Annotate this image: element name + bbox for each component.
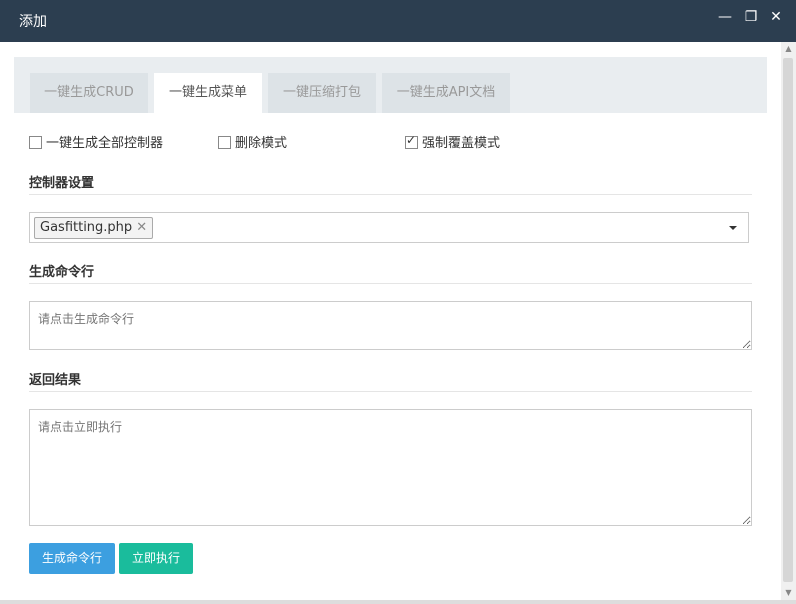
close-icon[interactable]: ✕ xyxy=(767,9,785,25)
option-force-overwrite[interactable]: 强制覆盖模式 xyxy=(405,132,500,151)
force-overwrite-checkbox[interactable] xyxy=(405,133,418,149)
divider xyxy=(29,283,752,284)
command-textarea[interactable] xyxy=(29,301,752,350)
option-all-controllers[interactable]: 一键生成全部控制器 xyxy=(29,132,163,151)
restore-icon[interactable]: ❐ xyxy=(742,9,760,25)
horizontal-scroll-strip xyxy=(0,600,796,604)
divider xyxy=(29,391,752,392)
result-textarea[interactable] xyxy=(29,409,752,526)
minimize-icon[interactable]: — xyxy=(716,9,734,25)
scroll-up-icon[interactable]: ▲ xyxy=(781,42,796,56)
force-overwrite-label: 强制覆盖模式 xyxy=(422,136,501,151)
chevron-down-icon[interactable] xyxy=(729,226,737,230)
controller-select[interactable]: Gasfitting.php ✕ xyxy=(29,212,749,243)
delete-mode-checkbox[interactable] xyxy=(218,136,231,149)
window-title: 添加 xyxy=(19,14,47,30)
all-controllers-checkbox[interactable] xyxy=(29,136,42,149)
selected-controller-label: Gasfitting.php xyxy=(40,220,133,235)
remove-tag-icon[interactable]: ✕ xyxy=(136,220,147,235)
all-controllers-label: 一键生成全部控制器 xyxy=(46,136,164,151)
tab-bar: 一键生成CRUD 一键生成菜单 一键压缩打包 一键生成API文档 xyxy=(14,57,767,113)
option-delete-mode[interactable]: 删除模式 xyxy=(218,132,287,151)
divider xyxy=(29,194,752,195)
result-section-title: 返回结果 xyxy=(29,373,82,388)
delete-mode-label: 删除模式 xyxy=(235,136,288,151)
tab-api-doc[interactable]: 一键生成API文档 xyxy=(382,73,510,113)
generate-command-button[interactable]: 生成命令行 xyxy=(29,543,115,574)
command-section-title: 生成命令行 xyxy=(29,265,95,280)
tab-menu[interactable]: 一键生成菜单 xyxy=(154,73,262,113)
controller-section-title: 控制器设置 xyxy=(29,176,95,191)
scrollbar[interactable]: ▲ ▼ xyxy=(781,42,796,600)
selected-controller-tag: Gasfitting.php ✕ xyxy=(34,217,154,239)
tab-crud[interactable]: 一键生成CRUD xyxy=(30,73,148,113)
window-titlebar: 添加 — ❐ ✕ xyxy=(0,0,796,42)
scrollbar-thumb[interactable] xyxy=(783,58,793,582)
scroll-down-icon[interactable]: ▼ xyxy=(781,586,796,600)
execute-button[interactable]: 立即执行 xyxy=(119,543,193,574)
tab-pack[interactable]: 一键压缩打包 xyxy=(268,73,376,113)
